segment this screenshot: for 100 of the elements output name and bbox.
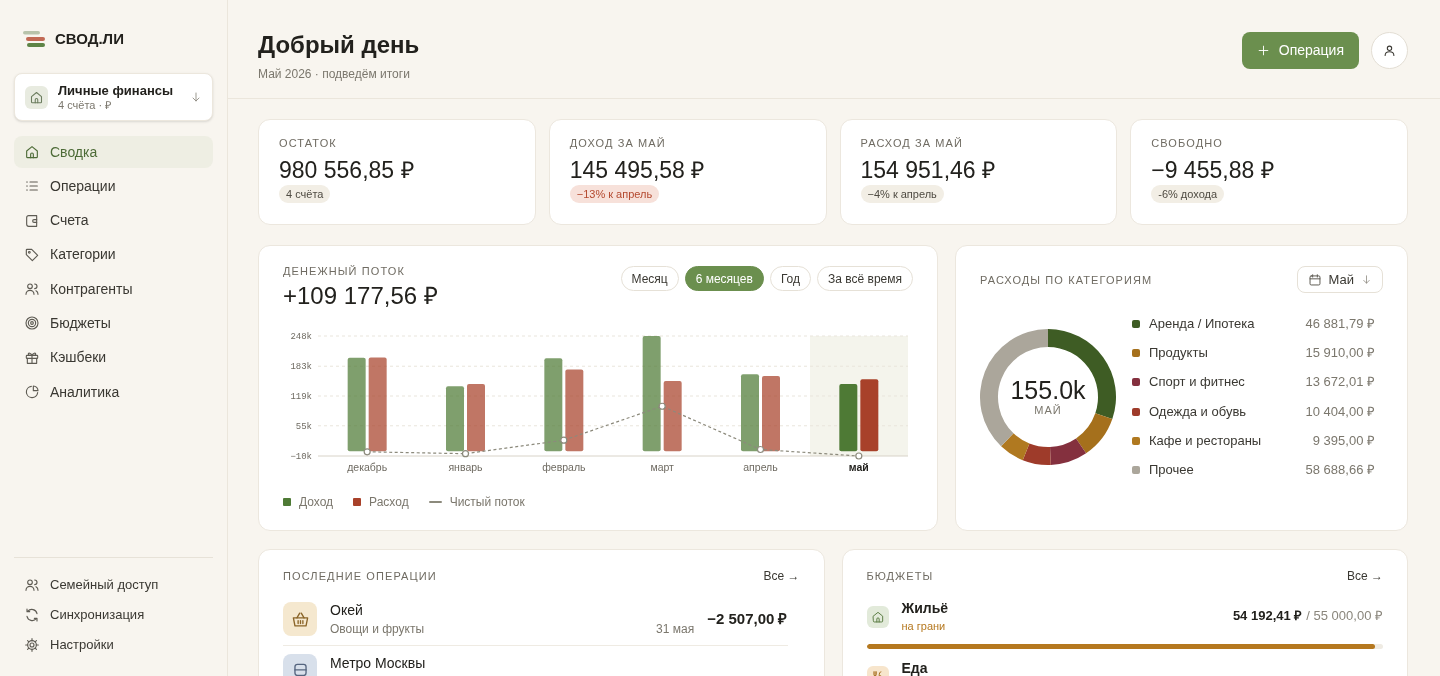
nav-item[interactable]: Синхронизация bbox=[14, 600, 213, 630]
category-amount: 10 404,00 ₽ bbox=[1305, 402, 1375, 421]
page-subtitle: Май 2026 · подведём итоги bbox=[258, 66, 411, 82]
x-axis-label: февраль bbox=[542, 461, 586, 473]
arrow-down-icon bbox=[190, 91, 202, 103]
category-label: Одежда и обувь bbox=[1149, 402, 1247, 421]
y-axis-label: 183k bbox=[290, 362, 312, 373]
expense-bar bbox=[467, 383, 485, 452]
range-tab[interactable]: Год bbox=[769, 266, 811, 291]
kpi-value: 145 495,58 ₽ bbox=[569, 156, 705, 184]
card-title: ДЕНЕЖНЫЙ ПОТОК bbox=[283, 265, 406, 277]
nav-item[interactable]: Счета bbox=[14, 204, 213, 237]
x-axis-label: март bbox=[650, 461, 674, 473]
nav-item[interactable]: Кэшбеки bbox=[14, 341, 213, 374]
legend-label: Расход bbox=[369, 494, 409, 511]
see-all-link[interactable]: Все → bbox=[1347, 567, 1383, 585]
nav-item[interactable]: Бюджеты bbox=[14, 307, 213, 340]
kpi-value: −9 455,88 ₽ bbox=[1151, 156, 1274, 184]
kpi-badge: 4 счёта bbox=[279, 185, 331, 203]
expense-bar bbox=[663, 381, 682, 452]
budget-status: на грани bbox=[901, 619, 947, 633]
people-icon bbox=[24, 281, 40, 298]
budget-name: Еда bbox=[901, 659, 929, 676]
home-icon bbox=[866, 606, 889, 628]
category-amount: 15 910,00 ₽ bbox=[1305, 344, 1375, 363]
x-axis-label: апрель bbox=[743, 461, 778, 473]
net-flow-point bbox=[855, 452, 863, 460]
pie-chart-icon bbox=[24, 384, 40, 401]
donut-center-label: МАЙ bbox=[1034, 404, 1062, 418]
settings-icon bbox=[24, 637, 40, 653]
kpi-label: СВОБОДНО bbox=[1151, 137, 1223, 149]
arrow-down-icon bbox=[1361, 274, 1372, 285]
kpi-label: РАСХОД ЗА МАЙ bbox=[860, 137, 964, 149]
merchant-name: Окей bbox=[330, 601, 364, 619]
y-axis-label: 55k bbox=[295, 421, 312, 432]
card-title: БЮДЖЕТЫ bbox=[866, 570, 934, 582]
legend-label: Чистый поток bbox=[449, 494, 525, 511]
home-icon bbox=[25, 85, 48, 109]
x-axis-label: май bbox=[848, 461, 869, 473]
category-label: Продукты bbox=[1149, 344, 1208, 363]
card-title: ПОСЛЕДНИЕ ОПЕРАЦИИ bbox=[283, 570, 437, 582]
kpi-badge: −4% к апрель bbox=[860, 185, 944, 203]
workspace-selector[interactable]: Личные финансы 4 счёта · ₽ bbox=[14, 73, 213, 121]
kpi-value: 980 556,85 ₽ bbox=[279, 156, 414, 184]
add-operation-button[interactable]: Операция bbox=[1241, 32, 1359, 69]
range-tab[interactable]: Месяц bbox=[620, 266, 679, 291]
operation-category: Овощи и фрукты bbox=[330, 621, 426, 637]
operation-amount: −2 507,00 ₽ bbox=[707, 609, 788, 629]
category-amount: 13 672,01 ₽ bbox=[1305, 373, 1375, 392]
budget-name: Жильё bbox=[901, 599, 950, 617]
user-icon bbox=[1382, 43, 1397, 58]
app-logo-text: СВОД.ЛИ bbox=[55, 30, 124, 48]
basket-icon bbox=[283, 602, 317, 636]
x-axis-label: январь bbox=[448, 461, 483, 473]
nav-item[interactable]: Семейный доступ bbox=[14, 570, 213, 600]
y-axis-label: 248k bbox=[290, 332, 312, 342]
budget-spent: 54 192,41 ₽ bbox=[1232, 607, 1303, 626]
plus-icon bbox=[1256, 44, 1270, 57]
nav-item[interactable]: Контрагенты bbox=[14, 273, 213, 306]
logo-icon bbox=[23, 31, 45, 47]
period-dropdown[interactable]: Май bbox=[1296, 266, 1383, 293]
target-icon bbox=[24, 315, 40, 332]
page-title: Добрый день bbox=[258, 30, 420, 60]
sync-icon bbox=[24, 607, 40, 623]
nav-item[interactable]: Сводка bbox=[14, 136, 213, 168]
gift-icon bbox=[24, 349, 40, 366]
range-tab[interactable]: За всё время bbox=[817, 266, 913, 291]
merchant-name: Метро Москвы bbox=[330, 654, 427, 672]
profile-button[interactable] bbox=[1371, 32, 1408, 69]
card-title: РАСХОДЫ ПО КАТЕГОРИЯМ bbox=[980, 273, 1153, 286]
budget-limit: / 55 000,00 ₽ bbox=[1306, 607, 1383, 626]
net-flow-point bbox=[461, 450, 470, 458]
category-label: Спорт и фитнес bbox=[1149, 373, 1245, 392]
category-label: Кафе и рестораны bbox=[1149, 432, 1262, 451]
home-icon bbox=[24, 144, 40, 160]
category-amount: 58 688,66 ₽ bbox=[1305, 461, 1375, 480]
kpi-badge: -6% дохода bbox=[1151, 185, 1225, 203]
nav-item[interactable]: Настройки bbox=[14, 630, 213, 660]
category-label: Прочее bbox=[1149, 461, 1194, 480]
y-axis-label: 119k bbox=[290, 392, 312, 402]
x-axis-label: декабрь bbox=[347, 461, 388, 473]
income-bar bbox=[446, 386, 464, 452]
kpi-value: 154 951,46 ₽ bbox=[860, 156, 995, 184]
net-flow-point bbox=[363, 448, 371, 456]
cash-flow-total: +109 177,56 ₽ bbox=[283, 281, 438, 311]
nav-item[interactable]: Аналитика bbox=[14, 376, 213, 409]
calendar-icon bbox=[1307, 272, 1322, 287]
kpi-label: ДОХОД ЗА МАЙ bbox=[569, 137, 666, 149]
nav-item[interactable]: Категории bbox=[14, 238, 213, 271]
see-all-link[interactable]: Все → bbox=[763, 567, 800, 585]
net-flow-point bbox=[658, 402, 666, 410]
kpi-badge: −13% к апрель bbox=[569, 185, 660, 203]
net-flow-point bbox=[756, 445, 765, 454]
y-axis-label: −10k bbox=[290, 452, 312, 462]
legend-label: Доход bbox=[299, 494, 334, 511]
tag-icon bbox=[24, 246, 40, 263]
nav-item[interactable]: Операции bbox=[14, 170, 213, 203]
range-tab[interactable]: 6 месяцев bbox=[684, 266, 764, 291]
kpi-label: ОСТАТОК bbox=[279, 137, 337, 149]
income-bar bbox=[839, 383, 858, 452]
